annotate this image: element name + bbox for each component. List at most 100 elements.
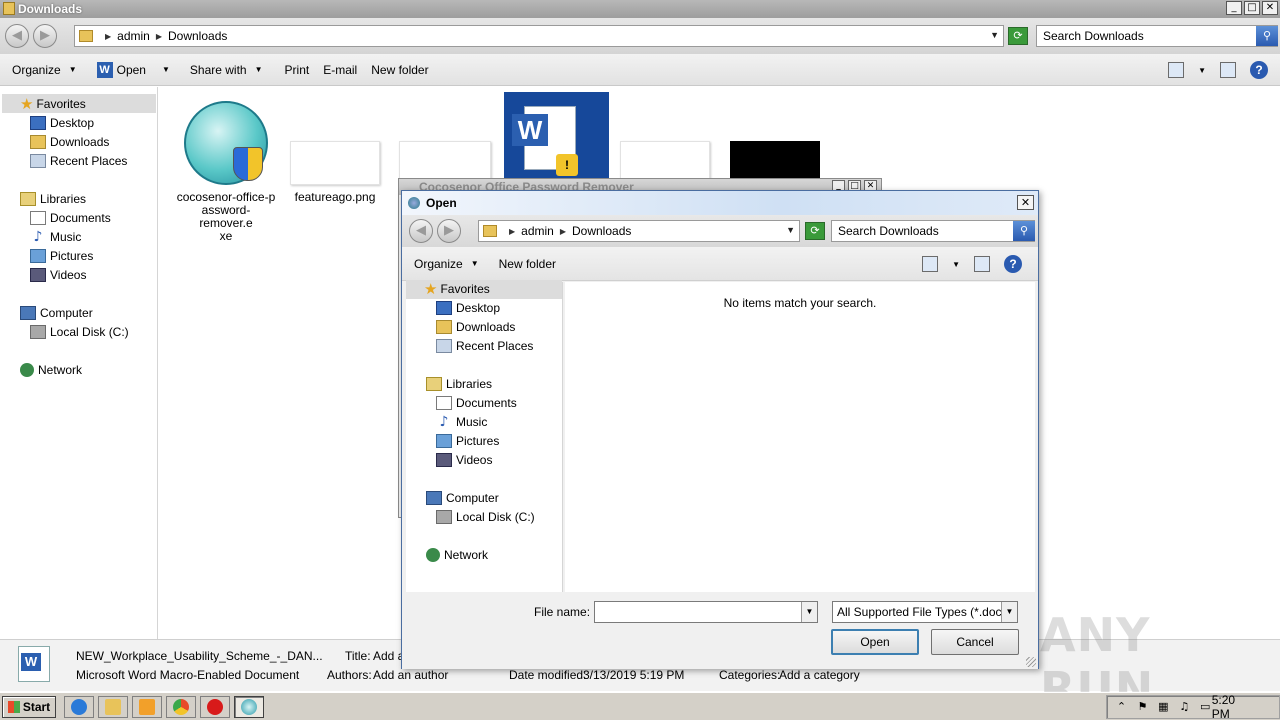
nav-network[interactable]: Network	[20, 363, 82, 377]
taskbar-cocosenor[interactable]	[234, 696, 264, 718]
computer-icon	[426, 491, 442, 505]
nav-recent-places[interactable]: Recent Places	[436, 339, 533, 353]
resize-grip[interactable]	[1026, 657, 1036, 667]
file-name-png[interactable]: featureago.png	[285, 191, 385, 204]
chevron-right-icon[interactable]: ▶	[156, 32, 162, 41]
chevron-down-icon[interactable]: ▼	[952, 260, 960, 269]
close-button[interactable]: ✕	[1262, 1, 1278, 15]
taskbar-chrome[interactable]	[166, 696, 196, 718]
close-button[interactable]: ✕	[1017, 195, 1034, 210]
dialog-file-list: No items match your search.	[565, 282, 1035, 592]
new-folder-button[interactable]: New folder	[371, 63, 428, 77]
nav-computer[interactable]: Computer	[426, 491, 499, 505]
nav-music[interactable]: ♪ Music	[30, 230, 82, 244]
organize-menu[interactable]: Organize ▼	[414, 257, 479, 271]
taskbar: Start ⌃ ⚑ ▦ ♫ ▭ 5:20 PM	[0, 692, 1280, 720]
nav-videos[interactable]: Videos	[30, 268, 86, 282]
file-name-input[interactable]: ▼	[594, 601, 818, 623]
open-dialog: Open ✕ ◀ ▶ ▶ admin ▶ Downloads ▼ ⟳ Searc…	[401, 190, 1039, 669]
file-type-select[interactable]: All Supported File Types (*.doc; ▼	[832, 601, 1018, 623]
back-button[interactable]: ◀	[5, 24, 29, 48]
refresh-button[interactable]: ⟳	[1008, 27, 1028, 45]
breadcrumb-admin[interactable]: admin	[117, 29, 150, 43]
print-button[interactable]: Print	[285, 63, 310, 77]
breadcrumb-downloads[interactable]: Downloads	[572, 224, 631, 238]
dialog-navigation-pane: ★ Favorites Desktop Downloads Recent Plac…	[406, 280, 563, 592]
chevron-right-icon[interactable]: ▶	[105, 32, 111, 41]
nav-libraries[interactable]: Libraries	[20, 192, 86, 206]
nav-music[interactable]: ♪ Music	[436, 415, 488, 429]
nav-documents[interactable]: Documents	[436, 396, 517, 410]
nav-downloads[interactable]: Downloads	[30, 135, 109, 149]
cancel-button[interactable]: Cancel	[931, 629, 1019, 655]
nav-libraries[interactable]: Libraries	[426, 377, 492, 391]
taskbar-opera[interactable]	[200, 696, 230, 718]
nav-desktop[interactable]: Desktop	[436, 301, 500, 315]
network-status-icon[interactable]: ▦	[1157, 700, 1170, 714]
chevron-down-icon[interactable]: ▼	[1198, 66, 1206, 75]
chevron-down-icon[interactable]: ▼	[801, 602, 817, 622]
open-button[interactable]: W Open ▼	[96, 61, 170, 78]
nav-desktop[interactable]: Desktop	[30, 116, 94, 130]
refresh-button[interactable]: ⟳	[805, 222, 825, 240]
chevron-down-icon[interactable]: ▼	[1001, 602, 1017, 622]
chevron-down-icon[interactable]: ▼	[162, 65, 170, 74]
breadcrumb-downloads[interactable]: Downloads	[168, 29, 227, 43]
nav-pictures[interactable]: Pictures	[436, 434, 499, 448]
view-options-icon[interactable]	[922, 256, 939, 272]
nav-favorites[interactable]: ★ Favorites	[424, 282, 490, 297]
dialog-search-input[interactable]: Search Downloads	[831, 220, 1035, 242]
dialog-address-box[interactable]: ▶ admin ▶ Downloads ▼	[478, 220, 800, 242]
nav-downloads[interactable]: Downloads	[436, 320, 515, 334]
address-box[interactable]: ▶ admin ▶ Downloads ▼	[74, 25, 1004, 47]
taskbar-ie[interactable]	[64, 696, 94, 718]
start-button[interactable]: Start	[2, 696, 56, 718]
nav-local-disk[interactable]: Local Disk (C:)	[436, 510, 535, 524]
email-button[interactable]: E-mail	[323, 63, 357, 77]
forward-button[interactable]: ▶	[33, 24, 57, 48]
help-icon[interactable]: ?	[1250, 61, 1268, 79]
chevron-down-icon[interactable]: ▼	[786, 225, 795, 235]
help-icon[interactable]: ?	[1004, 255, 1022, 273]
chevron-right-icon[interactable]: ▶	[560, 227, 566, 236]
nav-libraries-label: Libraries	[40, 192, 87, 206]
file-item-exe[interactable]: cocosenor-office-p assword-remover.e xe	[175, 87, 277, 243]
view-options-icon[interactable]	[1168, 62, 1185, 78]
minimize-button[interactable]: _	[1226, 1, 1242, 15]
details-categories-value[interactable]: Add a category	[779, 668, 860, 682]
chevron-right-icon[interactable]: ▶	[509, 227, 515, 236]
organize-menu[interactable]: Organize ▼	[12, 63, 77, 77]
taskbar-explorer[interactable]	[98, 696, 128, 718]
preview-pane-icon[interactable]	[974, 256, 990, 272]
nav-documents[interactable]: Documents	[30, 211, 111, 225]
taskbar-media-player[interactable]	[132, 696, 162, 718]
search-icon[interactable]: ⚲	[1256, 26, 1278, 46]
nav-favorites[interactable]: ★ Favorites	[20, 97, 86, 112]
clock[interactable]: 5:20 PM	[1212, 693, 1253, 720]
open-button[interactable]: Open	[831, 629, 919, 655]
nav-recent-places[interactable]: Recent Places	[30, 154, 127, 168]
preview-pane-icon[interactable]	[1220, 62, 1236, 78]
volume-icon[interactable]: ♫	[1178, 700, 1191, 714]
chevron-down-icon[interactable]: ▼	[990, 30, 999, 40]
nav-videos[interactable]: Videos	[436, 453, 492, 467]
featureago-thumbnail[interactable]	[290, 141, 380, 185]
action-center-flag-icon[interactable]: ⚑	[1136, 700, 1149, 714]
details-title-value[interactable]: Add a	[373, 649, 404, 663]
details-authors-value[interactable]: Add an author	[373, 668, 448, 682]
maximize-button[interactable]: □	[1244, 1, 1260, 15]
share-with-menu[interactable]: Share with ▼	[190, 63, 263, 77]
power-icon[interactable]: ▭	[1199, 700, 1212, 714]
word-document-thumbnail[interactable]: W !	[504, 92, 609, 182]
back-button[interactable]: ◀	[409, 219, 433, 243]
search-input[interactable]: Search Downloads	[1036, 25, 1278, 47]
nav-computer[interactable]: Computer	[20, 306, 93, 320]
show-hidden-icons-icon[interactable]: ⌃	[1115, 700, 1128, 714]
search-icon[interactable]: ⚲	[1013, 221, 1035, 241]
breadcrumb-admin[interactable]: admin	[521, 224, 554, 238]
nav-local-disk[interactable]: Local Disk (C:)	[30, 325, 129, 339]
nav-pictures[interactable]: Pictures	[30, 249, 93, 263]
forward-button[interactable]: ▶	[437, 219, 461, 243]
new-folder-button[interactable]: New folder	[499, 257, 556, 271]
nav-network[interactable]: Network	[426, 548, 488, 562]
